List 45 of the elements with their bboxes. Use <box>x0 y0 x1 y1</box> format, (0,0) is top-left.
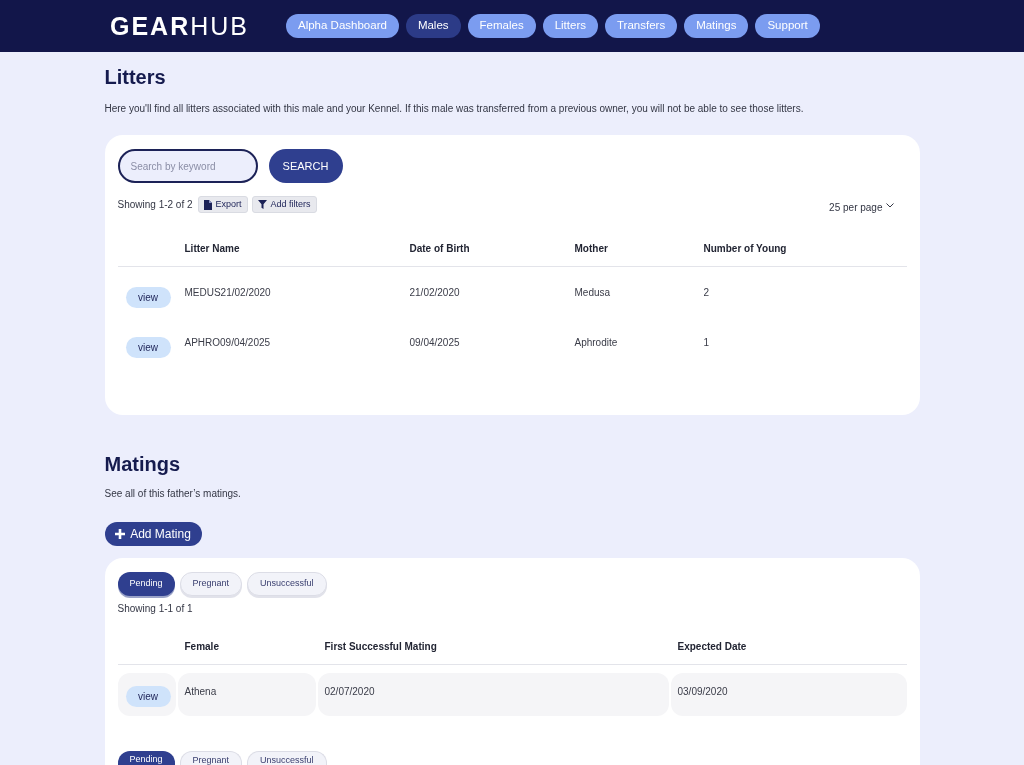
section-description: See all of this father’s matings. <box>104 487 242 501</box>
view-button[interactable]: view <box>125 287 171 308</box>
table-cell-text: 09/04/2025 <box>409 335 461 350</box>
section-description: Here you'll find all litters associated with this male and your Kennel. If this male was transferred from a previous owner, you will not be able to see those litters. <box>104 102 805 116</box>
view-button[interactable]: view <box>125 685 171 707</box>
table-cell-text: Aphrodite <box>574 335 619 350</box>
status-tab[interactable]: Unsuccessful <box>247 572 327 596</box>
logo[interactable]: GEARHUB <box>110 13 256 39</box>
funnel-icon <box>257 200 267 209</box>
export-button[interactable]: Export <box>197 196 248 213</box>
column-header: Date of Birth <box>409 242 471 256</box>
chevron-down-icon <box>885 203 894 208</box>
nav-tab[interactable]: Males <box>405 14 461 38</box>
status-tab[interactable]: Unsuccessful <box>247 751 327 765</box>
column-header: Expected Date <box>676 640 748 654</box>
add-mating-button[interactable]: Add Mating <box>104 522 202 546</box>
table-cell: 02/07/2020 <box>317 673 669 716</box>
add-filters-button[interactable]: Add filters <box>251 196 317 213</box>
table-cell-text: APHRO09/04/2025 <box>184 335 272 350</box>
column-header: Female <box>183 640 220 654</box>
plus-icon <box>115 529 126 539</box>
table-cell-text: 21/02/2020 <box>409 285 461 300</box>
column-header: Mother <box>574 242 609 256</box>
column-header: Litter Name <box>184 242 241 256</box>
search-button[interactable]: SEARCH <box>268 149 343 183</box>
column-header: Number of Young <box>703 242 788 256</box>
view-button[interactable]: view <box>125 337 171 358</box>
section-title: Matings <box>104 452 182 476</box>
search-field[interactable]: Search by keyword <box>117 149 258 183</box>
table-cell-text: Medusa <box>574 285 612 300</box>
results-summary: Showing 1-1 of 1 <box>117 602 194 616</box>
table-cell: Athena <box>177 673 316 716</box>
status-tab[interactable]: Pending <box>117 751 175 765</box>
table-cell-text: 1 <box>703 335 711 350</box>
table-cell-text: MEDUS21/02/2020 <box>184 285 272 300</box>
per-page-select[interactable]: 25 per page <box>829 200 894 215</box>
document-icon <box>203 199 212 210</box>
table-cell: 03/09/2020 <box>670 673 907 716</box>
status-tab[interactable]: Pregnant <box>179 572 243 596</box>
section-title: Litters <box>104 65 167 89</box>
status-tab[interactable]: Pregnant <box>179 751 243 765</box>
table-cell-text: 2 <box>703 285 711 300</box>
results-summary: Showing 1-2 of 2 <box>117 198 193 212</box>
column-header: First Successful Mating <box>323 640 438 654</box>
status-tab[interactable]: Pending <box>117 572 175 596</box>
